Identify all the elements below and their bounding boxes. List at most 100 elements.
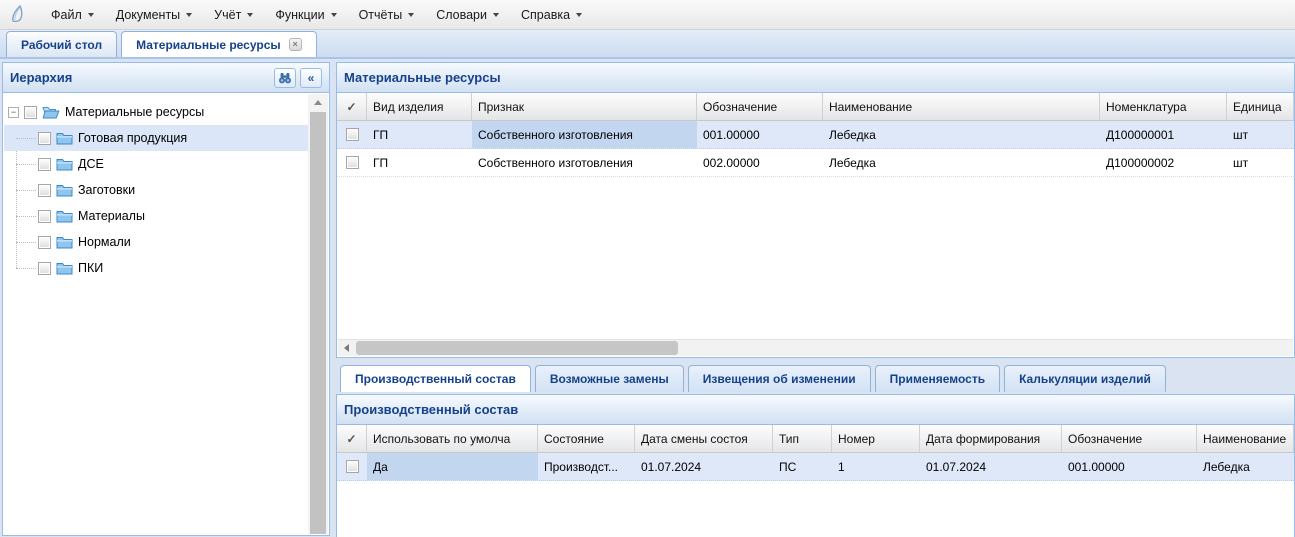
tab-change-notices[interactable]: Извещения об изменении bbox=[688, 365, 871, 392]
tree-checkbox[interactable] bbox=[38, 210, 51, 223]
composition-panel-title: Производственный состав bbox=[344, 402, 518, 417]
cell-vid-izdeliya[interactable]: ГП bbox=[367, 121, 472, 148]
column-header-edinitsa[interactable]: Единица bbox=[1227, 93, 1294, 120]
tree-node-pki[interactable]: ПКИ bbox=[4, 255, 308, 281]
cell-use-by-default-focused[interactable]: Да bbox=[367, 453, 538, 480]
select-all-column-header[interactable]: ✓ bbox=[337, 93, 367, 120]
resources-row-2[interactable]: ГП Собственного изготовления 002.00000 Л… bbox=[337, 149, 1294, 177]
column-header-tip[interactable]: Тип bbox=[773, 425, 832, 452]
menu-help[interactable]: Справка bbox=[510, 4, 593, 26]
column-header-priznak[interactable]: Признак bbox=[472, 93, 697, 120]
tab-applicability[interactable]: Применяемость bbox=[875, 365, 1000, 392]
row-checkbox-cell bbox=[337, 149, 367, 176]
column-header-sostoyanie[interactable]: Состояние bbox=[538, 425, 635, 452]
column-header-naimenovanie[interactable]: Наименование bbox=[823, 93, 1100, 120]
cell-data-formirovaniya[interactable]: 01.07.2024 bbox=[920, 453, 1062, 480]
folder-icon bbox=[56, 210, 73, 223]
column-header-nomenklatura[interactable]: Номенклатура bbox=[1100, 93, 1227, 120]
collapse-node-icon[interactable]: − bbox=[8, 107, 19, 118]
close-icon[interactable]: × bbox=[289, 38, 302, 51]
column-header-use-by-default[interactable]: Использовать по умолча bbox=[367, 425, 538, 452]
cell-oboznachenie[interactable]: 001.00000 bbox=[1062, 453, 1197, 480]
caret-down-icon bbox=[576, 13, 582, 17]
search-button[interactable] bbox=[274, 68, 296, 88]
tree-node-materials[interactable]: Материалы bbox=[4, 203, 308, 229]
menu-functions-label: Функции bbox=[275, 8, 324, 22]
cell-oboznachenie[interactable]: 002.00000 bbox=[697, 149, 823, 176]
column-header-nomer[interactable]: Номер bbox=[832, 425, 920, 452]
column-header-oboznachenie[interactable]: Обозначение bbox=[697, 93, 823, 120]
tree-node-normals[interactable]: Нормали bbox=[4, 229, 308, 255]
row-checkbox[interactable] bbox=[346, 460, 359, 473]
tab-desktop[interactable]: Рабочий стол bbox=[6, 31, 117, 57]
column-header-data-smeny[interactable]: Дата смены состоя bbox=[635, 425, 773, 452]
cell-nomenklatura[interactable]: Д100000001 bbox=[1100, 121, 1227, 148]
caret-down-icon bbox=[331, 13, 337, 17]
collapse-panel-button[interactable]: « bbox=[300, 68, 322, 88]
tab-production-composition[interactable]: Производственный состав bbox=[340, 365, 531, 392]
tab-label: Возможные замены bbox=[550, 367, 669, 391]
menu-dictionaries-label: Словари bbox=[436, 8, 487, 22]
cell-nomer[interactable]: 1 bbox=[832, 453, 920, 480]
tree-vertical-scrollbar[interactable] bbox=[308, 94, 328, 534]
hierarchy-panel-title: Иерархия bbox=[10, 70, 72, 85]
cell-sostoyanie[interactable]: Производст... bbox=[538, 453, 635, 480]
resources-row-1[interactable]: ГП Собственного изготовления 001.00000 Л… bbox=[337, 121, 1294, 149]
cell-vid-izdeliya[interactable]: ГП bbox=[367, 149, 472, 176]
row-checkbox-cell bbox=[337, 121, 367, 148]
select-all-column-header[interactable]: ✓ bbox=[337, 425, 367, 452]
caret-down-icon bbox=[88, 13, 94, 17]
cell-naimenovanie[interactable]: Лебедка bbox=[823, 149, 1100, 176]
cell-oboznachenie[interactable]: 001.00000 bbox=[697, 121, 823, 148]
scrollbar-thumb[interactable] bbox=[310, 112, 326, 534]
menu-reports[interactable]: Отчёты bbox=[348, 4, 426, 26]
tree-node-blanks[interactable]: Заготовки bbox=[4, 177, 308, 203]
composition-row-1[interactable]: Да Производст... 01.07.2024 ПС 1 01.07.2… bbox=[337, 453, 1294, 481]
cell-nomenklatura[interactable]: Д100000002 bbox=[1100, 149, 1227, 176]
tree-checkbox[interactable] bbox=[38, 236, 51, 249]
scroll-left-arrow[interactable] bbox=[338, 340, 355, 356]
column-header-naimenovanie[interactable]: Наименование bbox=[1197, 425, 1294, 452]
hierarchy-tree: − Материальные ресурсы Готовая продукция… bbox=[4, 94, 308, 534]
cell-priznak[interactable]: Собственного изготовления bbox=[472, 149, 697, 176]
scroll-up-arrow[interactable] bbox=[308, 94, 328, 110]
cell-naimenovanie[interactable]: Лебедка bbox=[1197, 453, 1294, 480]
cell-edinitsa[interactable]: шт bbox=[1227, 121, 1294, 148]
menu-documents[interactable]: Документы bbox=[105, 4, 203, 26]
row-checkbox[interactable] bbox=[346, 128, 359, 141]
column-header-oboznachenie[interactable]: Обозначение bbox=[1062, 425, 1197, 452]
menu-accounting[interactable]: Учёт bbox=[203, 4, 264, 26]
tab-product-calculations[interactable]: Калькуляции изделий bbox=[1004, 365, 1166, 392]
tree-node-dse[interactable]: ДСЕ bbox=[4, 151, 308, 177]
scrollbar-thumb[interactable] bbox=[356, 341, 678, 355]
cell-data-smeny[interactable]: 01.07.2024 bbox=[635, 453, 773, 480]
tree-checkbox[interactable] bbox=[24, 106, 37, 119]
cell-naimenovanie[interactable]: Лебедка bbox=[823, 121, 1100, 148]
tree-node-finished-goods[interactable]: Готовая продукция bbox=[4, 125, 308, 151]
tree-checkbox[interactable] bbox=[38, 158, 51, 171]
menu-functions[interactable]: Функции bbox=[264, 4, 347, 26]
column-header-vid-izdeliya[interactable]: Вид изделия bbox=[367, 93, 472, 120]
menu-dictionaries[interactable]: Словари bbox=[425, 4, 510, 26]
column-header-data-formirovaniya[interactable]: Дата формирования bbox=[920, 425, 1062, 452]
tree-checkbox[interactable] bbox=[38, 132, 51, 145]
tree-checkbox[interactable] bbox=[38, 262, 51, 275]
cell-tip[interactable]: ПС bbox=[773, 453, 832, 480]
detail-tab-strip: Производственный состав Возможные замены… bbox=[340, 364, 1295, 392]
tree-node-root[interactable]: − Материальные ресурсы bbox=[4, 99, 308, 125]
hierarchy-panel-header: Иерархия « bbox=[3, 63, 329, 93]
tree-node-label: ПКИ bbox=[78, 261, 103, 275]
cell-priznak-focused[interactable]: Собственного изготовления bbox=[472, 121, 697, 148]
row-checkbox-cell bbox=[337, 453, 367, 480]
tree-node-label: Готовая продукция bbox=[78, 131, 187, 145]
tab-material-resources[interactable]: Материальные ресурсы × bbox=[121, 31, 317, 57]
main-tab-strip: Рабочий стол Материальные ресурсы × bbox=[0, 30, 1295, 59]
tab-possible-replacements[interactable]: Возможные замены bbox=[535, 365, 684, 392]
tab-label: Производственный состав bbox=[355, 367, 516, 391]
resources-horizontal-scrollbar[interactable] bbox=[338, 339, 1293, 356]
tree-checkbox[interactable] bbox=[38, 184, 51, 197]
row-checkbox[interactable] bbox=[346, 156, 359, 169]
cell-edinitsa[interactable]: шт bbox=[1227, 149, 1294, 176]
menu-file[interactable]: Файл bbox=[40, 4, 105, 26]
open-folder-icon bbox=[42, 105, 60, 119]
